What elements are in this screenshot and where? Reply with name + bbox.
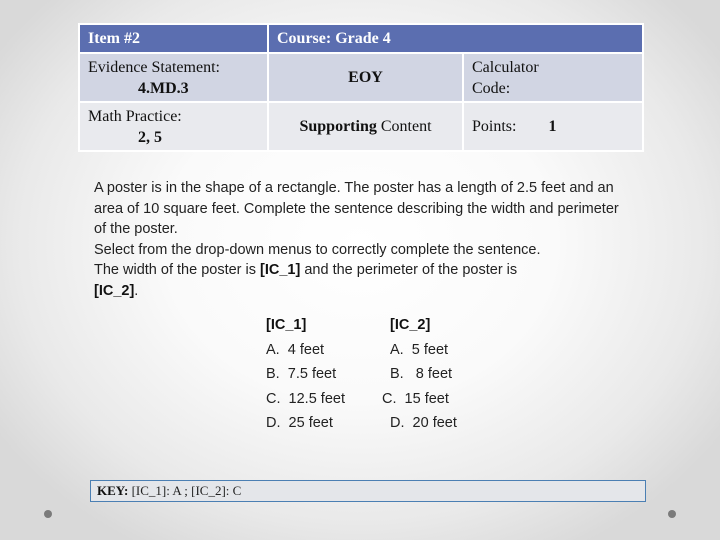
evidence-statement-value: 4.MD.3 <box>138 79 189 97</box>
table-row: Math Practice: 2, 5 Supporting Content P… <box>80 103 642 150</box>
ic1-option-b[interactable]: B. 7.5 feet <box>266 362 345 387</box>
table-row: Evidence Statement: 4.MD.3 EOY Calculato… <box>80 54 642 101</box>
question-sentence: The width of the poster is [IC_1] and th… <box>94 260 634 301</box>
ic2-option-b[interactable]: B. 8 feet <box>382 362 457 387</box>
ic2-option-d[interactable]: D. 20 feet <box>382 411 457 436</box>
math-practice-cell: Math Practice: 2, 5 <box>80 103 267 150</box>
sentence-end: . <box>134 282 139 299</box>
ic1-option-a[interactable]: A. 4 feet <box>266 338 345 363</box>
answer-key-box: KEY: [IC_1]: A ; [IC_2]: C <box>90 480 646 502</box>
ic1-option-d[interactable]: D. 25 feet <box>266 411 345 436</box>
assessment-type: EOY <box>269 54 462 101</box>
evidence-statement-label: Evidence Statement: <box>88 58 220 76</box>
bullet-dot-left-icon <box>44 510 52 518</box>
sentence-part1: The width of the poster is <box>94 262 261 278</box>
points-value: 1 <box>548 117 557 135</box>
item-info-table: Item #2 Course: Grade 4 Evidence Stateme… <box>78 23 644 152</box>
bullet-dot-right-icon <box>668 510 676 518</box>
calculator-code-cell: Calculator Code: <box>464 54 642 101</box>
content-type: Supporting Content <box>269 103 462 150</box>
question-text: A poster is in the shape of a rectangle.… <box>94 178 634 301</box>
course-label: Course: Grade 4 <box>269 25 642 52</box>
table-header-row: Item #2 Course: Grade 4 <box>80 25 642 52</box>
blank-ic1[interactable]: [IC_1] <box>260 262 300 278</box>
sentence-part2: and the perimeter of the poster is <box>300 262 518 278</box>
item-number: Item #2 <box>80 25 267 52</box>
evidence-statement-cell: Evidence Statement: 4.MD.3 <box>80 54 267 101</box>
ic2-options-header: [IC_2] <box>390 317 431 333</box>
content-type-rest: Content <box>376 117 432 135</box>
math-practice-value: 2, 5 <box>138 128 162 146</box>
ic2-option-a[interactable]: A. 5 feet <box>382 338 457 363</box>
ic1-option-c[interactable]: C. 12.5 feet <box>266 387 345 412</box>
ic2-option-c[interactable]: C. 15 feet <box>382 387 457 412</box>
points-cell: Points: 1 <box>464 103 642 150</box>
ic1-options-list: [IC_1] A. 4 feet B. 7.5 feet C. 12.5 fee… <box>266 313 345 436</box>
content-type-bold: Supporting <box>299 117 377 135</box>
question-instruction: Select from the drop-down menus to corre… <box>94 241 541 258</box>
question-stem: A poster is in the shape of a rectangle.… <box>94 180 619 237</box>
points-label: Points: <box>472 117 517 135</box>
blank-ic2[interactable]: [IC_2] <box>94 283 134 299</box>
answer-key-label: KEY: <box>97 483 129 498</box>
calculator-label-line1: Calculator <box>472 58 539 76</box>
calculator-label-line2: Code: <box>472 79 511 97</box>
ic2-options-list: [IC_2] A. 5 feet B. 8 feet C. 15 feet D.… <box>382 313 457 436</box>
answer-key-value: [IC_1]: A ; [IC_2]: C <box>128 483 242 498</box>
ic1-options-header: [IC_1] <box>266 317 307 333</box>
math-practice-label: Math Practice: <box>88 107 182 125</box>
